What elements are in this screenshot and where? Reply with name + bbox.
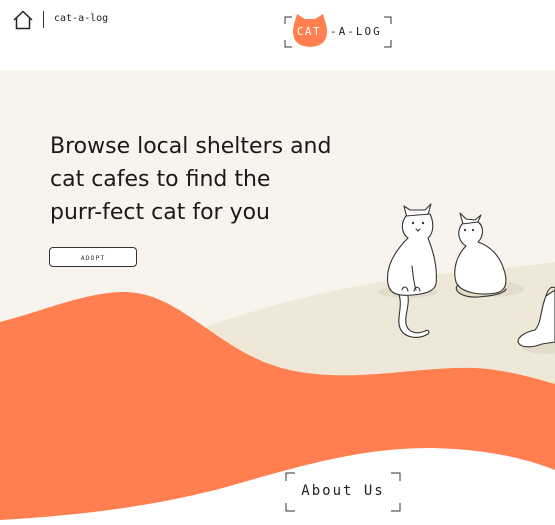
looking-cat-illustration (454, 212, 507, 298)
hero-headline: Browse local shelters and cat cafes to fi… (50, 130, 340, 229)
headline-line: cat cafes to find the (50, 167, 271, 192)
about-us-button[interactable]: About Us (284, 471, 402, 513)
adopt-button[interactable]: ADOPT (49, 247, 137, 267)
about-us-label: About Us (301, 483, 385, 499)
headline-line: Browse local shelters and (50, 134, 332, 159)
headline-line: purr-fect cat for you (50, 200, 270, 225)
